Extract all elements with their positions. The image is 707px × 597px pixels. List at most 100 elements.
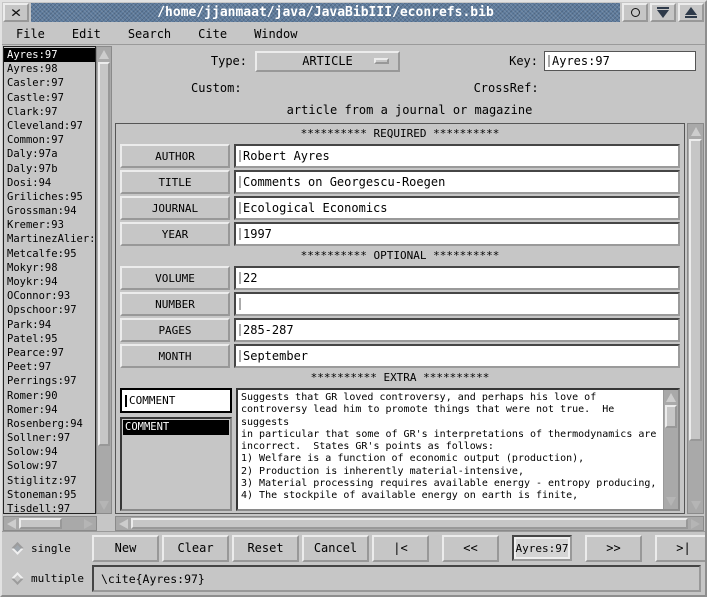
scrollbar-track[interactable] [688,139,703,498]
menu-item[interactable]: Search [128,27,171,41]
reference-list-item[interactable]: Mokyr:98 [4,261,95,275]
reference-list-item[interactable]: Kremer:93 [4,218,95,232]
close-button[interactable]: ✕ [3,3,29,22]
menu-item[interactable]: File [16,27,45,41]
radio-diamond-icon[interactable] [11,572,24,585]
reference-list-item[interactable]: Castle:97 [4,91,95,105]
reference-list-item[interactable]: Rosenberg:94 [4,417,95,431]
menu-item[interactable]: Cite [198,27,227,41]
scroll-right-arrow[interactable] [81,517,96,530]
fields-panel-vscrollbar[interactable] [687,123,704,514]
reference-list-item[interactable]: Stiglitz:97 [4,474,95,488]
extra-text-vscrollbar[interactable] [663,390,678,509]
reference-list[interactable]: Ayres:97Ayres:98Casler:97Castle:97Clark:… [3,46,96,514]
window-title[interactable]: /home/jjanmaat/java/JavaBibIII/econrefs.… [31,3,620,22]
scroll-up-arrow[interactable] [688,124,703,139]
nav-next-button[interactable]: >> [585,535,642,562]
key-input[interactable]: Ayres:97 [544,51,696,71]
reference-list-item[interactable]: Griliches:95 [4,190,95,204]
nav-current-entry[interactable]: Ayres:97 [512,535,572,561]
reference-list-item[interactable]: Stoneman:95 [4,488,95,502]
scroll-down-arrow[interactable] [97,498,111,513]
reference-list-item[interactable]: Clark:97 [4,105,95,119]
scrollbar-thumb[interactable] [665,405,677,428]
scrollbar-thumb[interactable] [131,518,688,529]
scroll-left-arrow[interactable] [4,517,19,530]
scrollbar-track[interactable] [97,62,111,498]
reference-list-item[interactable]: Sollner:97 [4,431,95,445]
reference-list-item[interactable]: Patel:95 [4,332,95,346]
action-button[interactable]: New [92,535,159,562]
reference-list-item[interactable]: Casler:97 [4,76,95,90]
action-button[interactable]: Clear [162,535,229,562]
reference-list-item[interactable]: Grossman:94 [4,204,95,218]
field-label-button[interactable]: NUMBER [120,292,230,316]
maximize-button[interactable] [678,3,704,22]
reference-list-item[interactable]: Opschoor:97 [4,303,95,317]
nav-last-button[interactable]: >| [655,535,707,562]
fields-panel-hscrollbar[interactable] [115,516,704,531]
field-label-button[interactable]: AUTHOR [120,144,230,168]
scrollbar-track[interactable] [664,405,678,494]
iconify-button[interactable] [650,3,676,22]
cite-mode-multiple[interactable]: multiple [4,572,92,585]
nav-first-button[interactable]: |< [372,535,429,562]
reference-list-item[interactable]: Ayres:97 [4,48,95,62]
menu-item[interactable]: Edit [72,27,101,41]
field-input[interactable] [234,292,680,316]
reference-list-item[interactable]: Solow:97 [4,459,95,473]
scrollbar-track[interactable] [131,517,688,530]
field-label-button[interactable]: PAGES [120,318,230,342]
field-label-button[interactable]: JOURNAL [120,196,230,220]
scrollbar-thumb[interactable] [98,62,110,446]
scroll-right-arrow[interactable] [688,517,703,530]
field-label-button[interactable]: YEAR [120,222,230,246]
reference-list-item[interactable]: Tisdell:97 [4,502,95,514]
cite-mode-single[interactable]: single [4,542,92,555]
scrollbar-track[interactable] [19,517,81,530]
cite-output-field[interactable]: \cite{Ayres:97} [92,565,701,592]
field-input[interactable]: 285-287 [234,318,680,342]
extra-text-area[interactable]: Suggests that GR loved controversy, and … [236,388,680,511]
nav-prev-button[interactable]: << [442,535,499,562]
reference-list-item[interactable]: Solow:94 [4,445,95,459]
scroll-up-arrow[interactable] [664,390,678,405]
reference-list-item[interactable]: Cleveland:97 [4,119,95,133]
reference-list-item[interactable]: Romer:90 [4,389,95,403]
reference-list-hscrollbar[interactable] [3,516,97,531]
reference-list-item[interactable]: OConnor:93 [4,289,95,303]
extra-field-list-item[interactable]: COMMENT [123,420,229,435]
extra-field-list[interactable]: COMMENT [120,417,232,511]
extra-text-content[interactable]: Suggests that GR loved controversy, and … [238,390,663,509]
field-input[interactable]: 1997 [234,222,680,246]
reference-list-item[interactable]: Romer:94 [4,403,95,417]
reference-list-vscrollbar[interactable] [96,46,112,514]
field-input[interactable]: Robert Ayres [234,144,680,168]
field-label-button[interactable]: MONTH [120,344,230,368]
scrollbar-thumb[interactable] [689,139,702,441]
radio-diamond-icon[interactable] [11,542,24,555]
type-dropdown[interactable]: ARTICLE [255,51,400,72]
reference-list-item[interactable]: Pearce:97 [4,346,95,360]
reference-list-item[interactable]: Common:97 [4,133,95,147]
scroll-down-arrow[interactable] [664,494,678,509]
field-input[interactable]: Ecological Economics [234,196,680,220]
reference-list-item[interactable]: Perrings:97 [4,374,95,388]
field-input[interactable]: 22 [234,266,680,290]
field-input[interactable]: Comments on Georgescu-Roegen [234,170,680,194]
scroll-down-arrow[interactable] [688,498,703,513]
reference-list-item[interactable]: Daly:97b [4,162,95,176]
field-input[interactable]: September [234,344,680,368]
reference-list-item[interactable]: Dosi:94 [4,176,95,190]
reference-list-item[interactable]: Daly:97a [4,147,95,161]
scrollbar-thumb[interactable] [19,518,62,529]
field-label-button[interactable]: TITLE [120,170,230,194]
action-button[interactable]: Reset [232,535,299,562]
field-label-button[interactable]: VOLUME [120,266,230,290]
scroll-left-arrow[interactable] [116,517,131,530]
extra-field-name-input[interactable]: COMMENT [120,388,232,413]
reference-list-item[interactable]: Park:94 [4,318,95,332]
action-button[interactable]: Cancel [302,535,369,562]
menu-circle-button[interactable] [622,3,648,22]
reference-list-item[interactable]: Ayres:98 [4,62,95,76]
